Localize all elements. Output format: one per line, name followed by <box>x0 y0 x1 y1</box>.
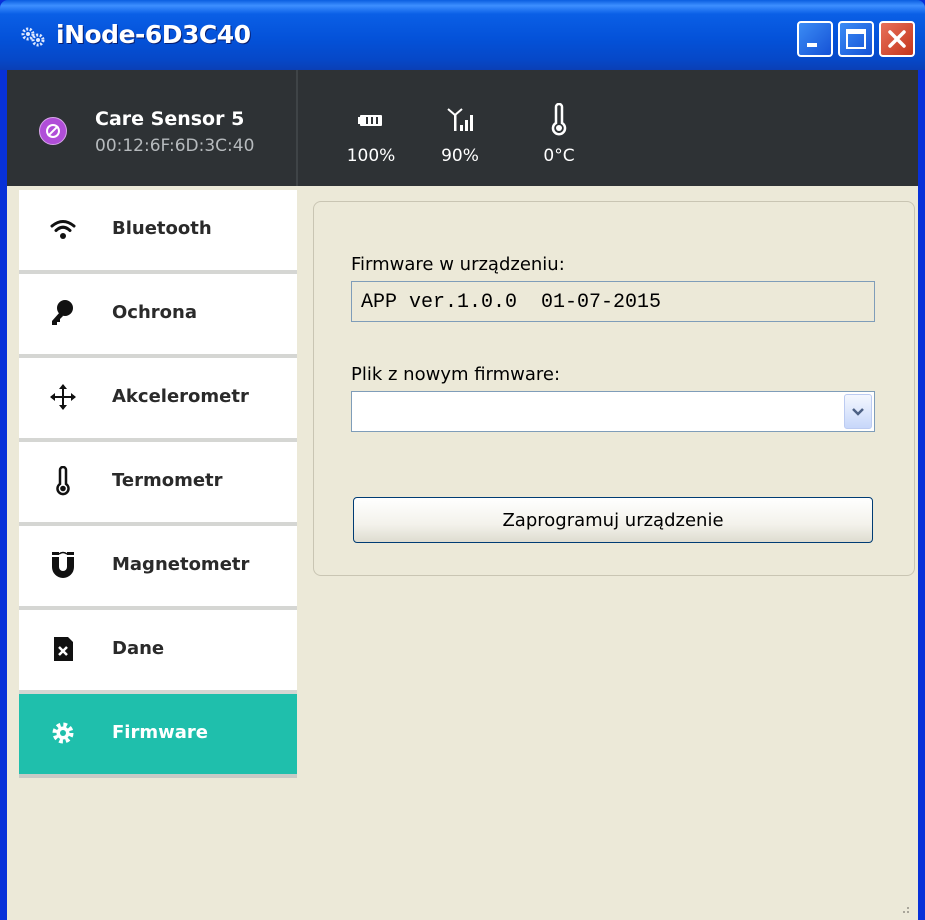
sidebar-item-label: Magnetometr <box>112 554 250 575</box>
sidebar-item-akcelerometr[interactable]: Akcelerometr <box>19 358 297 442</box>
sidebar-item-firmware[interactable]: Firmware <box>19 694 297 778</box>
device-name: Care Sensor 5 <box>95 108 245 130</box>
key-icon <box>52 300 73 325</box>
sidebar-nav: Bluetooth Ochrona Akcelerometr Termometr… <box>19 190 297 778</box>
maximize-button[interactable] <box>838 21 874 57</box>
temperature-status: 0°C <box>519 102 599 166</box>
battery-icon <box>358 115 382 126</box>
magnet-icon <box>52 551 74 578</box>
sidebar-item-label: Termometr <box>112 470 223 491</box>
sidebar-item-termometr[interactable]: Termometr <box>19 442 297 526</box>
sidebar-item-bluetooth[interactable]: Bluetooth <box>19 190 297 274</box>
current-firmware-field: APP ver.1.0.0 01-07-2015 <box>351 281 875 322</box>
program-device-button[interactable]: Zaprogramuj urządzenie <box>353 497 873 543</box>
signal-icon <box>447 108 473 131</box>
sidebar-item-dane[interactable]: Dane <box>19 610 297 694</box>
device-mac: 00:12:6F:6D:3C:40 <box>95 136 255 156</box>
current-firmware-label: Firmware w urządzeniu: <box>351 254 565 275</box>
window-title: iNode-6D3C40 <box>56 20 251 49</box>
battery-value: 100% <box>346 146 396 166</box>
wifi-icon <box>50 220 76 239</box>
signal-status: 90% <box>420 102 500 166</box>
sidebar-item-label: Firmware <box>112 722 208 743</box>
new-firmware-combobox[interactable] <box>351 391 875 432</box>
app-gear-icon <box>21 27 45 47</box>
close-icon <box>888 30 906 48</box>
sidebar-item-label: Dane <box>112 638 165 659</box>
chevron-down-icon <box>852 407 864 416</box>
device-header: Care Sensor 5 00:12:6F:6D:3C:40 100% 90%… <box>7 70 918 186</box>
thermometer-icon <box>56 466 70 496</box>
sidebar-item-magnetometr[interactable]: Magnetometr <box>19 526 297 610</box>
signal-value: 90% <box>441 146 479 166</box>
move-arrows-icon <box>50 384 76 410</box>
minimize-button[interactable] <box>797 21 833 57</box>
sidebar-item-label: Bluetooth <box>112 218 212 239</box>
device-circle-icon <box>39 117 67 145</box>
header-divider <box>296 70 298 186</box>
dropdown-button[interactable] <box>844 394 872 429</box>
app-window: iNode-6D3C40 Care Sensor 5 00:12:6F:6D:3… <box>0 0 925 920</box>
new-firmware-label: Plik z nowym firmware: <box>351 364 561 385</box>
client-area: Care Sensor 5 00:12:6F:6D:3C:40 100% 90%… <box>7 70 918 920</box>
sidebar-item-ochrona[interactable]: Ochrona <box>19 274 297 358</box>
battery-status: 100% <box>331 102 411 166</box>
title-bar[interactable]: iNode-6D3C40 <box>0 0 925 70</box>
sidebar-item-label: Akcelerometr <box>112 386 249 407</box>
thermometer-icon <box>551 103 567 136</box>
close-button[interactable] <box>879 21 915 57</box>
sidebar-item-label: Ochrona <box>112 302 197 323</box>
sd-card-icon <box>54 637 73 661</box>
resize-grip-icon[interactable] <box>898 902 910 914</box>
gear-icon <box>52 722 74 744</box>
temperature-value: 0°C <box>543 146 575 166</box>
minimize-icon <box>807 43 817 47</box>
maximize-icon <box>846 29 866 49</box>
